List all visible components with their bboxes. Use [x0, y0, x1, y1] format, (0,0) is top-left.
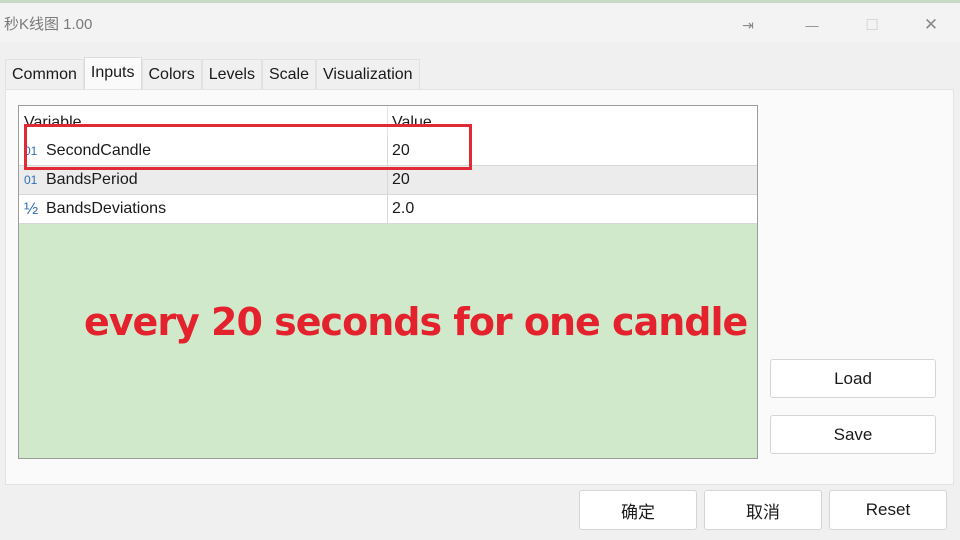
- variable-name: BandsPeriod: [46, 171, 138, 188]
- pin-button[interactable]: ⇥: [728, 11, 768, 39]
- window-title: 秒K线图 1.00: [4, 16, 93, 33]
- tab-common[interactable]: Common: [5, 59, 84, 90]
- variable-value[interactable]: 2.0: [392, 200, 414, 218]
- tab-colors[interactable]: Colors: [141, 59, 202, 90]
- title-bar: 秒K线图 1.00 ⇥ — ☐ ✕: [0, 3, 960, 43]
- ok-button[interactable]: 确定: [579, 490, 697, 530]
- tab-inputs[interactable]: Inputs: [83, 57, 142, 90]
- tab-bar: Common Inputs Colors Levels Scale Visual…: [5, 57, 420, 90]
- table-row[interactable]: ½ BandsDeviations 2.0: [19, 195, 757, 224]
- minimize-icon: —: [805, 17, 819, 33]
- reset-button[interactable]: Reset: [829, 490, 947, 530]
- tab-scale[interactable]: Scale: [261, 59, 317, 90]
- tab-levels[interactable]: Levels: [201, 59, 262, 90]
- cancel-button[interactable]: 取消: [704, 490, 822, 530]
- highlight-box: [24, 124, 472, 170]
- close-icon: ✕: [923, 15, 939, 34]
- maximize-button[interactable]: ☐: [852, 11, 892, 39]
- variable-value[interactable]: 20: [392, 171, 410, 189]
- load-button[interactable]: Load: [770, 359, 936, 398]
- close-button[interactable]: ✕: [911, 11, 951, 39]
- double-type-icon: ½: [24, 199, 39, 218]
- variable-name: BandsDeviations: [46, 200, 167, 217]
- tab-visualization[interactable]: Visualization: [316, 59, 420, 90]
- save-button[interactable]: Save: [770, 415, 936, 454]
- minimize-button[interactable]: —: [792, 11, 832, 39]
- annotation-text: every 20 seconds for one candle: [84, 300, 748, 344]
- integer-type-icon: 01: [24, 173, 38, 187]
- maximize-icon: ☐: [865, 17, 879, 34]
- table-row[interactable]: 01 BandsPeriod 20: [19, 166, 757, 195]
- pin-icon: ⇥: [742, 16, 754, 33]
